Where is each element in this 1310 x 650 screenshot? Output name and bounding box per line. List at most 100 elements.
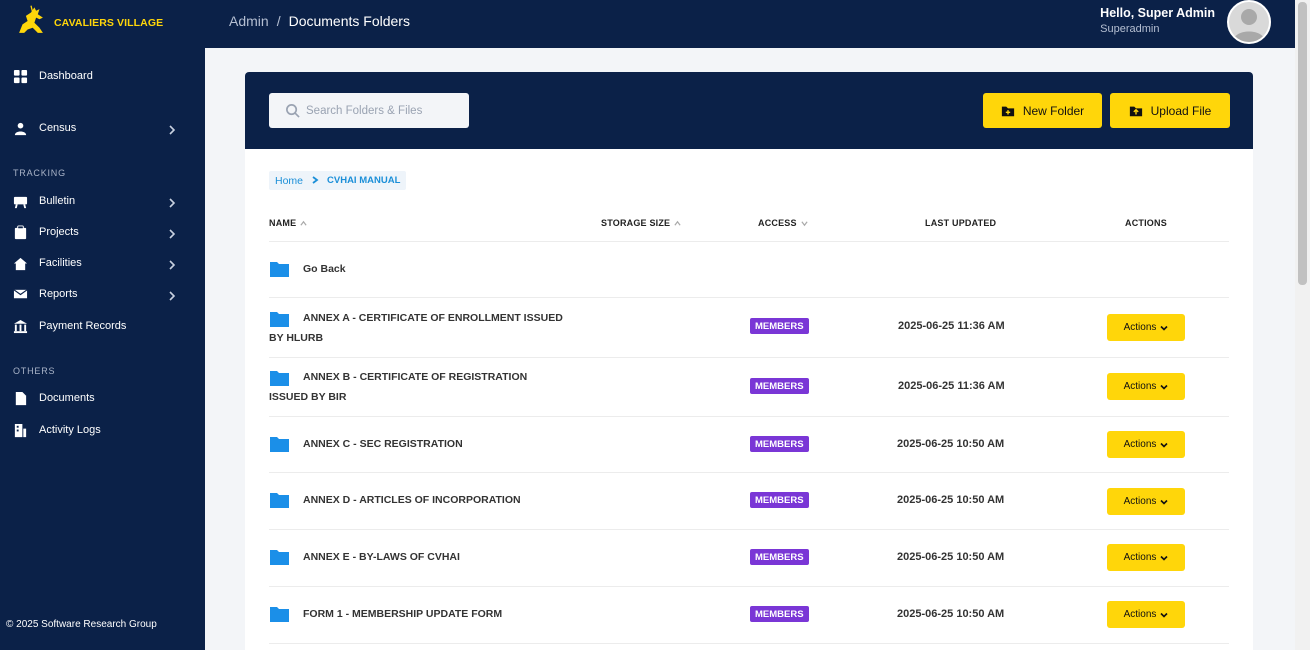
breadcrumb-home-link[interactable]: Home xyxy=(275,175,303,187)
folder-plus-icon xyxy=(1001,106,1014,116)
row-divider xyxy=(269,357,1229,358)
actions-label: Actions xyxy=(1123,322,1157,333)
page-scrollbar-thumb[interactable] xyxy=(1298,2,1307,285)
user-role: Superadmin xyxy=(1100,23,1160,35)
sidebar-item-facilities[interactable]: Facilities xyxy=(0,250,205,276)
access-badge: MEMBERS xyxy=(750,436,809,452)
brand-logo[interactable]: CAVALIERS VILLAGE xyxy=(14,4,163,42)
folder-upload-icon xyxy=(1129,106,1142,116)
top-header: Admin / Documents Folders Hello, Super A… xyxy=(205,0,1295,48)
bank-icon xyxy=(12,318,28,334)
sidebar-item-projects[interactable]: Projects xyxy=(0,219,205,245)
sidebar-item-label: Census xyxy=(39,122,77,134)
column-header-storage-size[interactable]: STORAGE SIZE xyxy=(601,218,681,228)
page-title: Documents Folders xyxy=(288,13,410,29)
row-divider xyxy=(269,416,1229,417)
row-divider xyxy=(269,241,1229,242)
actions-dropdown-button[interactable]: Actions xyxy=(1107,431,1185,458)
folder-name[interactable]: ANNEX D - ARTICLES OF INCORPORATION xyxy=(303,490,521,510)
actions-dropdown-button[interactable]: Actions xyxy=(1107,314,1185,341)
search-input[interactable] xyxy=(306,104,456,117)
folder-name-continued[interactable]: ISSUED BY BIR xyxy=(269,387,346,407)
sort-up-icon xyxy=(674,220,681,226)
actions-label: Actions xyxy=(1123,439,1157,450)
actions-label: Actions xyxy=(1123,552,1157,563)
sidebar-item-dashboard[interactable]: Dashboard xyxy=(0,63,205,89)
actions-dropdown-button[interactable]: Actions xyxy=(1107,488,1185,515)
horse-rider-logo-icon xyxy=(14,4,48,43)
brand-name: CAVALIERS VILLAGE xyxy=(54,17,164,29)
sidebar-item-documents[interactable]: Documents xyxy=(0,385,205,411)
folder-icon xyxy=(270,606,289,622)
sidebar-item-label: Documents xyxy=(39,392,95,404)
folder-breadcrumb: Home CVHAI MANUAL xyxy=(269,171,407,190)
chevron-down-icon xyxy=(1160,612,1168,618)
row-divider xyxy=(269,643,1229,644)
chevron-right-icon xyxy=(167,257,177,270)
house-icon xyxy=(12,255,28,271)
row-divider xyxy=(269,529,1229,530)
sort-down-icon xyxy=(801,220,808,226)
upload-file-button[interactable]: Upload File xyxy=(1110,93,1230,128)
actions-dropdown-button[interactable]: Actions xyxy=(1107,544,1185,571)
header-breadcrumb: Admin / Documents Folders xyxy=(229,13,410,29)
access-badge: MEMBERS xyxy=(750,378,809,394)
chevron-down-icon xyxy=(1160,499,1168,505)
actions-label: Actions xyxy=(1123,381,1157,392)
clipboard-icon xyxy=(12,224,28,240)
chevron-down-icon xyxy=(1160,325,1168,331)
sidebar-item-label: Bulletin xyxy=(39,195,76,207)
breadcrumb-admin-link[interactable]: Admin xyxy=(229,13,269,29)
folder-icon xyxy=(270,436,289,452)
sidebar-item-reports[interactable]: Reports xyxy=(0,281,205,307)
actions-dropdown-button[interactable]: Actions xyxy=(1107,373,1185,400)
column-header-name[interactable]: NAME xyxy=(269,218,307,228)
folder-name[interactable]: ANNEX A - CERTIFICATE OF ENROLLMENT ISSU… xyxy=(303,308,563,328)
search-icon xyxy=(286,104,300,118)
actions-dropdown-button[interactable]: Actions xyxy=(1107,601,1185,628)
sidebar-item-payment-records[interactable]: Payment Records xyxy=(0,313,205,339)
user-avatar-icon xyxy=(1229,2,1269,42)
last-updated: 2025-06-25 10:50 AM xyxy=(897,438,1005,450)
go-back-link[interactable]: Go Back xyxy=(303,259,346,279)
column-header-access[interactable]: ACCESS xyxy=(758,218,808,228)
row-divider xyxy=(269,297,1229,298)
folder-name-continued[interactable]: BY HLURB xyxy=(269,328,323,348)
column-header-label: ACCESS xyxy=(758,218,797,228)
sidebar-item-label: Payment Records xyxy=(39,320,127,332)
sidebar-item-label: Reports xyxy=(39,288,78,300)
user-greeting: Hello, Super Admin xyxy=(1100,6,1215,20)
upload-file-label: Upload File xyxy=(1150,103,1212,118)
avatar[interactable] xyxy=(1227,0,1271,44)
breadcrumb-current-folder: CVHAI MANUAL xyxy=(327,175,401,186)
folder-name[interactable]: FORM 1 - MEMBERSHIP UPDATE FORM xyxy=(303,604,502,624)
easel-icon xyxy=(12,193,28,209)
last-updated: 2025-06-25 10:50 AM xyxy=(897,608,1005,620)
row-divider xyxy=(269,472,1229,473)
building-icon xyxy=(12,422,28,438)
user-info[interactable]: Hello, Super Admin Superadmin xyxy=(1100,6,1215,35)
column-header-label: LAST UPDATED xyxy=(925,218,997,228)
column-header-actions: ACTIONS xyxy=(1125,218,1167,228)
sidebar-item-label: Activity Logs xyxy=(39,424,101,436)
sidebar-item-label: Dashboard xyxy=(39,70,93,82)
folder-name[interactable]: ANNEX B - CERTIFICATE OF REGISTRATION xyxy=(303,367,527,387)
folder-name[interactable]: ANNEX C - SEC REGISTRATION xyxy=(303,434,463,454)
actions-label: Actions xyxy=(1123,496,1157,507)
last-updated: 2025-06-25 11:36 AM xyxy=(898,380,1005,392)
folder-name[interactable]: ANNEX E - BY-LAWS OF CVHAI xyxy=(303,547,460,567)
folder-icon xyxy=(270,492,289,508)
search-box[interactable] xyxy=(269,93,469,128)
sidebar-item-census[interactable]: Census xyxy=(0,115,205,141)
new-folder-button[interactable]: New Folder xyxy=(983,93,1102,128)
sidebar-item-bulletin[interactable]: Bulletin xyxy=(0,188,205,214)
sidebar-item-activity-logs[interactable]: Activity Logs xyxy=(0,417,205,443)
column-header-last-updated: LAST UPDATED xyxy=(925,218,996,228)
breadcrumb-separator: / xyxy=(276,13,281,29)
new-folder-label: New Folder xyxy=(1022,103,1085,118)
actions-label: Actions xyxy=(1123,609,1157,620)
card-toolbar: New Folder Upload File xyxy=(245,72,1253,149)
folder-icon xyxy=(270,549,289,565)
sidebar-item-label: Facilities xyxy=(39,257,82,269)
column-header-label: NAME xyxy=(269,218,297,228)
